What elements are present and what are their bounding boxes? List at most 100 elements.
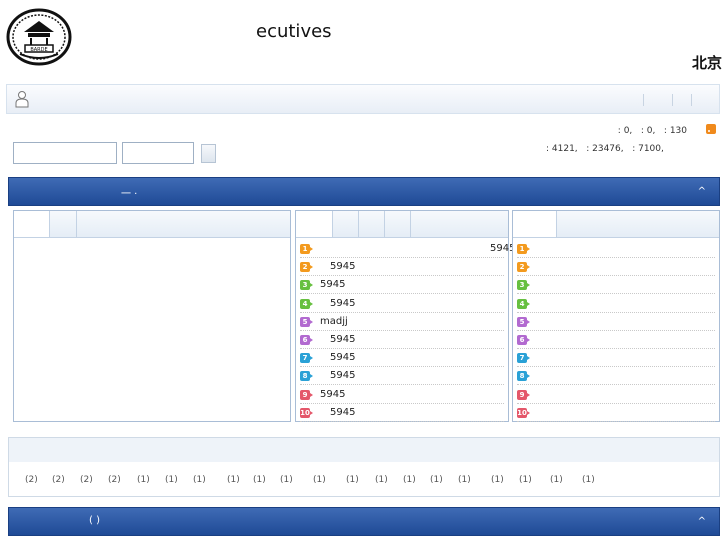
tab-1[interactable]: [296, 211, 333, 237]
list-item[interactable]: 9 5945: [300, 386, 504, 404]
rank-number-icon: 1: [300, 244, 313, 254]
tag-link[interactable]: (1): [165, 475, 178, 485]
list-item[interactable]: 8: [517, 367, 715, 386]
rank-number-icon: 4: [300, 298, 313, 309]
tag-link[interactable]: (1): [280, 475, 293, 485]
list-item-label[interactable]: 5945: [330, 298, 355, 309]
collapse-icon[interactable]: ^: [698, 516, 706, 527]
list-item[interactable]: 7: [517, 349, 715, 368]
list-item[interactable]: 2: [517, 258, 715, 277]
tag-link[interactable]: (1): [550, 475, 563, 485]
list-item-label[interactable]: 5945: [330, 407, 355, 418]
tab-2[interactable]: [333, 211, 359, 237]
list-item[interactable]: 8 5945: [300, 367, 504, 386]
tag-link[interactable]: (1): [582, 475, 595, 485]
list-item-label[interactable]: 5945: [330, 261, 355, 272]
bar-divider: [691, 94, 692, 106]
tag-link[interactable]: (1): [227, 475, 240, 485]
rank-number-icon: 6: [300, 335, 313, 345]
list-item[interactable]: 1: [517, 240, 715, 258]
rank-number-icon: 9: [517, 389, 530, 400]
tab-1[interactable]: [14, 211, 50, 237]
stats-line-2: : 4121, : 23476, : 7100,: [546, 144, 664, 154]
list-item-label[interactable]: 5945: [330, 370, 355, 381]
tag-link[interactable]: (2): [80, 475, 93, 485]
tag-link[interactable]: (2): [52, 475, 65, 485]
bar-divider: [643, 94, 644, 106]
rank-number-icon: 7: [300, 353, 313, 364]
collapse-icon[interactable]: ^: [698, 186, 706, 197]
section-header[interactable]: 一 · ^: [8, 177, 720, 206]
tag-link[interactable]: (1): [375, 475, 388, 485]
list-item[interactable]: 10: [517, 404, 715, 422]
tag-link[interactable]: (1): [403, 475, 416, 485]
section-header-2[interactable]: ( ) ^: [8, 507, 720, 536]
list-item-label[interactable]: 5945: [330, 352, 355, 363]
tag-link[interactable]: (1): [519, 475, 532, 485]
list-item[interactable]: 5: [517, 313, 715, 331]
tag-link[interactable]: (1): [430, 475, 443, 485]
rank-number-icon: 4: [517, 298, 530, 309]
rank-number-icon: 9: [300, 389, 313, 400]
list-item-label[interactable]: 5945: [330, 334, 355, 345]
rank-number-icon: 5: [300, 316, 313, 327]
list-item-label[interactable]: 5945: [320, 279, 345, 290]
rank-number-icon: 1: [517, 244, 530, 254]
list-item[interactable]: 3: [517, 276, 715, 295]
middle-tab-row: [296, 211, 508, 238]
rank-number-icon: 3: [300, 280, 313, 291]
right-panel: 1 2 3 4 5 6 7 8 9 10: [512, 210, 720, 422]
tag-link[interactable]: (2): [108, 475, 121, 485]
section-title: 一 ·: [121, 189, 138, 200]
list-item[interactable]: 6: [517, 331, 715, 349]
tag-link[interactable]: (1): [313, 475, 326, 485]
rank-number-icon: 10: [517, 407, 530, 418]
rank-number-icon: 5: [517, 316, 530, 327]
left-panel: [13, 210, 291, 422]
tab-2[interactable]: [50, 211, 77, 237]
site-title: ecutives: [256, 21, 332, 42]
list-item[interactable]: 4 5945: [300, 295, 504, 313]
rank-number-icon: 8: [517, 371, 530, 382]
list-item[interactable]: 5 madjj: [300, 313, 504, 331]
list-item-label[interactable]: madjj: [320, 316, 348, 327]
rank-number-icon: 3: [517, 280, 530, 291]
list-item[interactable]: 6 5945: [300, 331, 504, 349]
tab-3[interactable]: [359, 211, 385, 237]
tag-link[interactable]: (1): [491, 475, 504, 485]
left-tab-row: [14, 211, 290, 238]
login-bar: [6, 84, 720, 114]
tab-1[interactable]: [513, 211, 557, 237]
rank-number-icon: 7: [517, 353, 530, 364]
list-item-label[interactable]: 5945: [320, 389, 345, 400]
site-logo[interactable]: BARDE: [6, 8, 72, 66]
search-input-secondary[interactable]: [122, 142, 194, 164]
tab-4[interactable]: [385, 211, 411, 237]
list-item[interactable]: 3 5945: [300, 276, 504, 295]
tag-link[interactable]: (2): [25, 475, 38, 485]
rank-number-icon: 10: [300, 407, 313, 418]
tag-link[interactable]: (1): [253, 475, 266, 485]
list-item[interactable]: 7 5945: [300, 349, 504, 368]
user-icon[interactable]: [15, 90, 29, 108]
rank-number-icon: 2: [517, 262, 530, 273]
list-item[interactable]: 4: [517, 295, 715, 313]
section-title-2: ( ): [89, 515, 100, 526]
right-tab-row: [513, 211, 719, 238]
list-item[interactable]: 2 5945: [300, 258, 504, 277]
list-item[interactable]: 1 5945: [300, 240, 515, 258]
tag-link[interactable]: (1): [137, 475, 150, 485]
tag-link[interactable]: (1): [193, 475, 206, 485]
search-button[interactable]: [201, 144, 216, 163]
tag-link[interactable]: (1): [458, 475, 471, 485]
rank-number-icon: 8: [300, 371, 313, 382]
middle-panel: 1 5945 2 5945 3 5945 4 5945 5 madjj 6 5945 7 5945 8 594…: [295, 210, 515, 422]
rank-number-icon: 6: [517, 335, 530, 345]
list-item[interactable]: 10 5945: [300, 404, 504, 422]
list-item[interactable]: 9: [517, 386, 715, 404]
tag-link[interactable]: (1): [346, 475, 359, 485]
search-input[interactable]: [13, 142, 117, 164]
site-title-right: 北京: [692, 54, 723, 72]
rss-icon[interactable]: [706, 124, 716, 134]
bar-divider: [672, 94, 673, 106]
